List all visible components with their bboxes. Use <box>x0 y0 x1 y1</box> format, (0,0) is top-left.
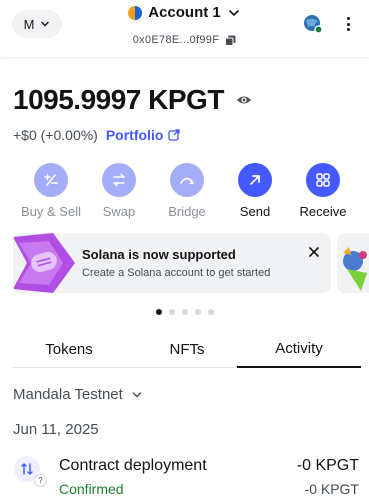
asset-tabs: Tokens NFTs Activity <box>13 331 361 368</box>
balance-value: 1095.9997 KPGT <box>13 84 224 115</box>
carousel-dot[interactable] <box>194 309 201 315</box>
send-label: Send <box>239 204 271 219</box>
chevron-down-icon <box>228 9 239 16</box>
account-avatar <box>128 5 143 20</box>
copy-icon <box>225 35 236 46</box>
bridge-icon <box>180 177 195 185</box>
buy-sell-label: Buy & Sell <box>21 204 81 219</box>
activity-status: Confirmed <box>59 481 124 497</box>
network-filter-label: Mandala Testnet <box>13 386 123 403</box>
promo-illustration <box>343 247 367 291</box>
external-link-icon <box>168 129 181 141</box>
unknown-network-badge: ? <box>34 474 47 487</box>
copy-address-button[interactable]: 0x0E78E...0f99F <box>0 34 369 46</box>
fiat-change: +$0 (+0.00%) <box>13 127 98 143</box>
kebab-dot <box>346 22 350 26</box>
bridge-label: Bridge <box>168 204 206 219</box>
chevron-down-icon <box>132 391 142 397</box>
qr-code-icon <box>316 173 330 187</box>
tab-tokens[interactable]: Tokens <box>13 331 125 367</box>
activity-amount-secondary: -0 KPGT <box>304 481 359 497</box>
carousel-pagination <box>0 309 369 315</box>
buy-sell-button[interactable]: Buy & Sell <box>16 163 86 219</box>
portfolio-link[interactable]: Portfolio <box>106 127 181 143</box>
account-name: Account 1 <box>148 4 221 21</box>
carousel-dot[interactable] <box>168 309 175 315</box>
tab-nfts[interactable]: NFTs <box>131 331 243 367</box>
send-circle <box>238 163 272 197</box>
swap-button[interactable]: Swap <box>84 163 154 219</box>
carousel-dot[interactable] <box>207 309 214 315</box>
swap-arrows-icon <box>113 173 125 187</box>
carousel-dot[interactable] <box>155 309 162 315</box>
solana-promo-banner[interactable]: Solana is now supported Create a Solana … <box>13 233 331 293</box>
globe-icon <box>304 15 323 34</box>
banner-title: Solana is now supported <box>82 247 236 262</box>
send-button[interactable]: Send <box>220 163 290 219</box>
transaction-arrows-icon <box>21 463 33 475</box>
balance-change-row: +$0 (+0.00%) Portfolio <box>13 127 181 143</box>
next-promo-banner[interactable] <box>337 233 369 293</box>
solana-illustration <box>13 233 75 293</box>
more-options-button[interactable] <box>341 14 355 34</box>
plus-minus-icon <box>44 173 58 186</box>
banner-subtitle: Create a Solana account to get started <box>82 267 271 279</box>
portfolio-label: Portfolio <box>105 127 164 143</box>
app-header: M Account 1 0x0E78E...0f99F <box>0 0 369 57</box>
banner-close-button[interactable] <box>306 244 322 260</box>
arrow-up-right-icon <box>250 175 260 185</box>
activity-amount: -0 KPGT <box>296 457 359 474</box>
buy-sell-circle <box>34 163 68 197</box>
carousel-dot[interactable] <box>181 309 188 315</box>
account-address: 0x0E78E...0f99F <box>132 34 220 46</box>
kebab-dot <box>346 28 350 31</box>
eye-icon[interactable] <box>236 94 252 106</box>
receive-label: Receive <box>299 204 347 219</box>
close-icon <box>309 247 319 257</box>
activity-title: Contract deployment <box>59 457 207 474</box>
balance-section: 1095.9997 KPGT <box>13 84 252 116</box>
network-filter-dropdown[interactable]: Mandala Testnet <box>13 386 143 403</box>
bridge-button[interactable]: Bridge <box>152 163 222 219</box>
bridge-circle <box>170 163 204 197</box>
swap-circle <box>102 163 136 197</box>
receive-button[interactable]: Receive <box>288 163 358 219</box>
receive-circle <box>306 163 340 197</box>
swap-label: Swap <box>102 204 136 219</box>
activity-date-header: Jun 11, 2025 <box>13 421 99 438</box>
connected-sites-button[interactable] <box>302 13 323 34</box>
tab-activity[interactable]: Activity <box>237 331 361 368</box>
kebab-dot <box>346 17 350 20</box>
